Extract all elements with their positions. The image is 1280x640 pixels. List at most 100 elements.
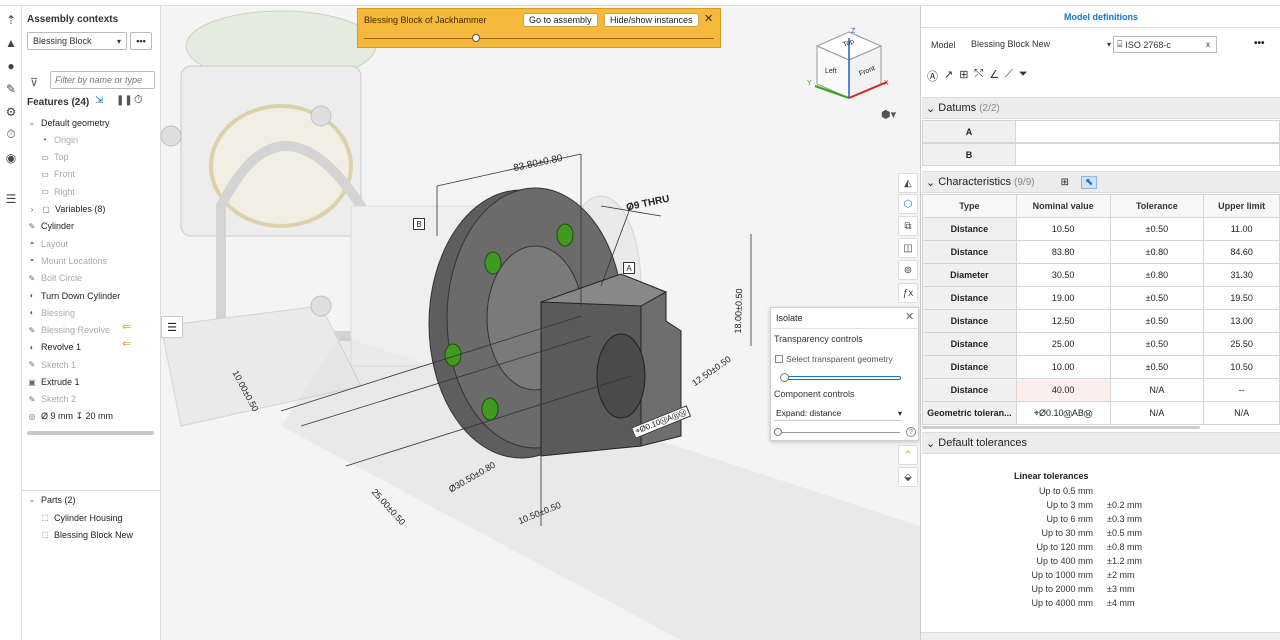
table-row[interactable]: Geometric toleran... ⌖Ø0.10ⓂABⓂ N/A N/A	[922, 401, 1280, 425]
transparency-slider-thumb[interactable]	[780, 373, 789, 382]
banner-slider-track[interactable]	[364, 38, 714, 39]
feature-tree-item[interactable]: ✎ Bolt Circle	[27, 270, 82, 287]
table-row[interactable]: Distance 19.00 ±0.50 19.50	[922, 286, 1280, 310]
table-row[interactable]: Distance 12.50 ±0.50 13.00	[922, 309, 1280, 333]
table-row[interactable]: Distance 25.00 ±0.50 25.50	[922, 332, 1280, 356]
feature-tree-item[interactable]: ▣ Extrude 1	[27, 374, 79, 391]
section-view-icon[interactable]: ◭	[898, 173, 918, 193]
feature-tree-item[interactable]: ◐ Blessing	[27, 304, 75, 321]
surface-tool-icon[interactable]: ⤲	[974, 68, 983, 84]
datum-b-tag[interactable]: B	[413, 218, 425, 230]
characteristics-section[interactable]: ⌄ Characteristics (9/9) ⊞ ⬉	[922, 171, 1280, 193]
line-tool-icon[interactable]: ⟋	[1005, 68, 1013, 84]
exploded-view-icon[interactable]: ◫	[898, 238, 918, 258]
transparent-geometry-checkbox[interactable]	[775, 355, 783, 363]
feature-tree-item[interactable]: › ▢ Variables (8)	[27, 201, 106, 218]
close-icon[interactable]: ✕	[704, 12, 713, 25]
table-row[interactable]: Distance 40.00 N/A --	[922, 378, 1280, 402]
filter-input[interactable]	[50, 71, 155, 89]
pause-icon[interactable]: ❚❚	[116, 95, 133, 106]
datum-row[interactable]: A	[922, 120, 1016, 143]
panel-footer	[921, 632, 1280, 640]
default-tolerances-section[interactable]: ⌄ Default tolerances	[922, 432, 1280, 454]
rollback-timer-icon[interactable]: ⏱	[134, 94, 143, 107]
feature-tree-item[interactable]: ✎ Sketch 1	[27, 356, 76, 373]
history-icon[interactable]: ⏱	[0, 123, 22, 146]
dimension-tool-icon[interactable]: ↗	[944, 68, 953, 84]
table-row[interactable]: Diameter 30.50 ±0.80 31.30	[922, 263, 1280, 287]
tree-scrollbar[interactable]	[27, 431, 154, 435]
bolt-hole[interactable]	[556, 223, 574, 247]
add-characteristic-icon[interactable]: ⊞	[1061, 177, 1069, 188]
feature-tree-item[interactable]: ▭ Top	[40, 149, 68, 166]
feature-tree-item[interactable]: ◎ Ø 9 mm ↧ 20 mm	[27, 408, 114, 425]
datum-tool-icon[interactable]: Ⓐ	[927, 68, 938, 84]
expand-slider-thumb[interactable]	[774, 428, 782, 436]
feature-list-icon[interactable]: ⇡	[0, 8, 22, 31]
table-row[interactable]: Distance 10.00 ±0.50 10.50	[922, 355, 1280, 379]
feature-tree-item[interactable]: ✎ Sketch 2	[27, 391, 76, 408]
comment-icon[interactable]: ●	[0, 54, 22, 77]
feature-tree-item[interactable]: ✎ Cylinder	[27, 218, 74, 235]
close-icon[interactable]: ✕	[905, 310, 914, 323]
isolate-icon[interactable]: ⬡	[898, 194, 918, 214]
assembly-context-icon[interactable]: ⌃	[898, 445, 918, 465]
angle-tool-icon[interactable]: ∠	[989, 68, 999, 84]
feature-tree-item[interactable]: ◐ Revolve 1	[27, 339, 81, 356]
context-select[interactable]: Blessing Block ▾	[27, 32, 127, 50]
clear-standard-button[interactable]: x	[1206, 40, 1210, 49]
add-feature-icon[interactable]: ⇲	[95, 95, 103, 106]
datum-row[interactable]: B	[922, 143, 1016, 166]
feature-tree-item[interactable]: ▭ Front	[40, 166, 75, 183]
display-states-icon[interactable]: ⧉	[898, 216, 918, 236]
feature-tree-item[interactable]: ◐ Turn Down Cylinder	[27, 287, 121, 304]
help-icon[interactable]: ?	[906, 427, 916, 437]
part-item[interactable]: ⬚ Blessing Block New	[40, 526, 133, 543]
list-icon[interactable]: ☰	[0, 187, 22, 210]
select-characteristic-icon[interactable]: ⬉	[1080, 175, 1098, 189]
assembly-icon[interactable]: ▲	[0, 31, 22, 54]
expand-select[interactable]: Expand: distance ▾	[774, 406, 902, 421]
more-menu-button[interactable]: •••	[1254, 38, 1265, 49]
feature-tree-item[interactable]: ▭ Right	[40, 183, 75, 200]
model-select[interactable]: Blessing Block New ▾	[971, 36, 1111, 52]
banner-slider-thumb[interactable]	[472, 34, 480, 42]
named-views-icon[interactable]: ⊚	[898, 260, 918, 280]
feature-tree-item[interactable]: ◓ Layout	[27, 235, 68, 252]
table-row[interactable]: Distance 83.80 ±0.80 84.60	[922, 240, 1280, 264]
annotation-toolbar: Ⓐ ↗ ⊞ ⤲ ∠ ⟋ ⏷	[927, 68, 1028, 84]
transparency-slider[interactable]	[781, 376, 901, 380]
bolt-hole[interactable]	[481, 397, 499, 421]
part-item[interactable]: ⬚ Cylinder Housing	[40, 509, 122, 526]
hide-show-instances-button[interactable]: Hide/show instances	[604, 13, 699, 27]
table-cell: ±0.50	[1109, 217, 1205, 241]
fcf-tool-icon[interactable]: ⊞	[959, 68, 968, 84]
go-to-assembly-button[interactable]: Go to assembly	[523, 13, 598, 27]
parts-icon[interactable]: ⚙	[0, 100, 22, 123]
variables-icon[interactable]: ƒx	[898, 283, 918, 303]
more-menu-button[interactable]: •••	[130, 32, 152, 50]
search-icon[interactable]: ◉	[0, 146, 22, 169]
datum-row-value	[1016, 143, 1280, 166]
list-panel-icon[interactable]: ☰	[161, 316, 183, 338]
feature-tree-item[interactable]: ✎ Blessing Revolve	[27, 322, 110, 339]
view-cube[interactable]: Top Left Front Y X Z	[807, 28, 891, 106]
feature-tree-item[interactable]: ◓ Mount Locations	[27, 252, 107, 269]
block-bore[interactable]	[596, 333, 646, 419]
bolt-hole[interactable]	[484, 251, 502, 275]
datums-section[interactable]: ⌄ Datums (2/2)	[922, 97, 1280, 119]
feature-tree-item[interactable]: • Origin	[40, 131, 78, 148]
feature-tree-item[interactable]: ⌄ Default geometry	[27, 114, 110, 131]
filter-tool-icon[interactable]: ⏷	[1019, 68, 1028, 84]
view-options-icon[interactable]: ⬢▾	[881, 108, 896, 121]
mates-icon[interactable]: ⬙	[898, 467, 918, 487]
datum-a-tag[interactable]: A	[623, 262, 635, 274]
parts-header[interactable]: ⌄ Parts (2)	[27, 491, 76, 508]
tolerance-range: Up to 400 mm	[1036, 556, 1093, 566]
table-row[interactable]: Distance 10.50 ±0.50 11.00	[922, 217, 1280, 241]
expand-slider[interactable]	[776, 432, 900, 433]
standard-select[interactable]: ⌸ ISO 2768-c x	[1113, 36, 1217, 53]
notes-icon[interactable]: ✎	[0, 77, 22, 100]
dimension-label[interactable]: 18.00±0.50	[733, 288, 745, 333]
table-scrollbar[interactable]	[922, 426, 1200, 429]
